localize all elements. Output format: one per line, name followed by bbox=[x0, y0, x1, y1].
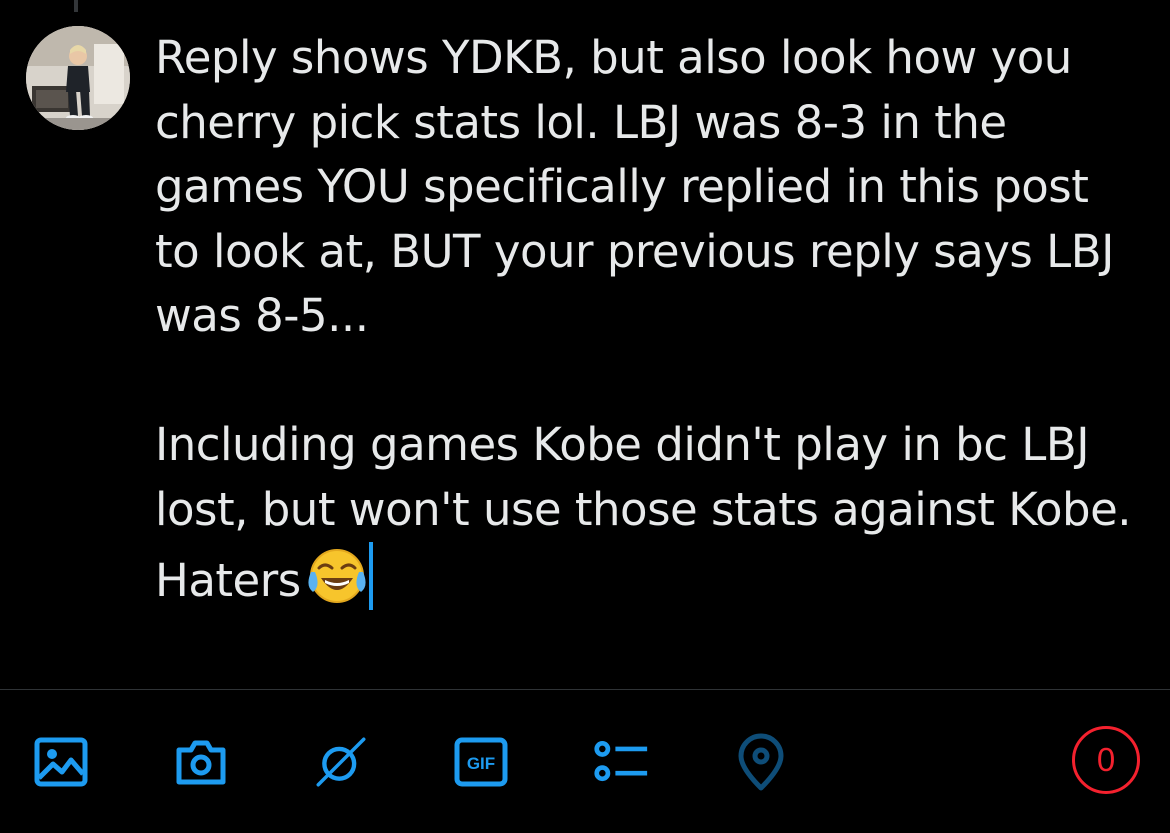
compose-paragraph-2: Including games Kobe didn't play in bc L… bbox=[155, 413, 1145, 614]
tweet-compose-textarea[interactable]: Reply shows YDKB, but also look how you … bbox=[155, 26, 1145, 614]
grok-icon bbox=[316, 737, 366, 787]
compose-paragraph-2-text: Including games Kobe didn't play in bc L… bbox=[155, 418, 1145, 607]
character-counter: 0 bbox=[1072, 726, 1140, 794]
gif-label: GIF bbox=[467, 754, 495, 773]
thread-connector-line bbox=[74, 0, 78, 12]
text-cursor bbox=[368, 542, 373, 610]
toolbar-divider bbox=[0, 689, 1170, 690]
gif-button[interactable]: GIF bbox=[453, 734, 509, 790]
location-icon bbox=[738, 733, 784, 791]
compose-paragraph-1: Reply shows YDKB, but also look how you … bbox=[155, 31, 1128, 342]
camera-button[interactable] bbox=[173, 734, 229, 790]
poll-icon bbox=[594, 741, 648, 782]
face-with-tears-of-joy-icon bbox=[307, 546, 367, 606]
grok-button[interactable] bbox=[313, 734, 369, 790]
location-button[interactable] bbox=[733, 733, 789, 791]
gif-icon: GIF bbox=[454, 737, 508, 787]
image-icon bbox=[34, 737, 88, 787]
add-image-button[interactable] bbox=[33, 734, 89, 790]
camera-icon bbox=[176, 740, 226, 785]
poll-button[interactable] bbox=[593, 734, 649, 790]
avatar[interactable] bbox=[26, 26, 130, 130]
avatar-photo-icon bbox=[26, 26, 130, 130]
